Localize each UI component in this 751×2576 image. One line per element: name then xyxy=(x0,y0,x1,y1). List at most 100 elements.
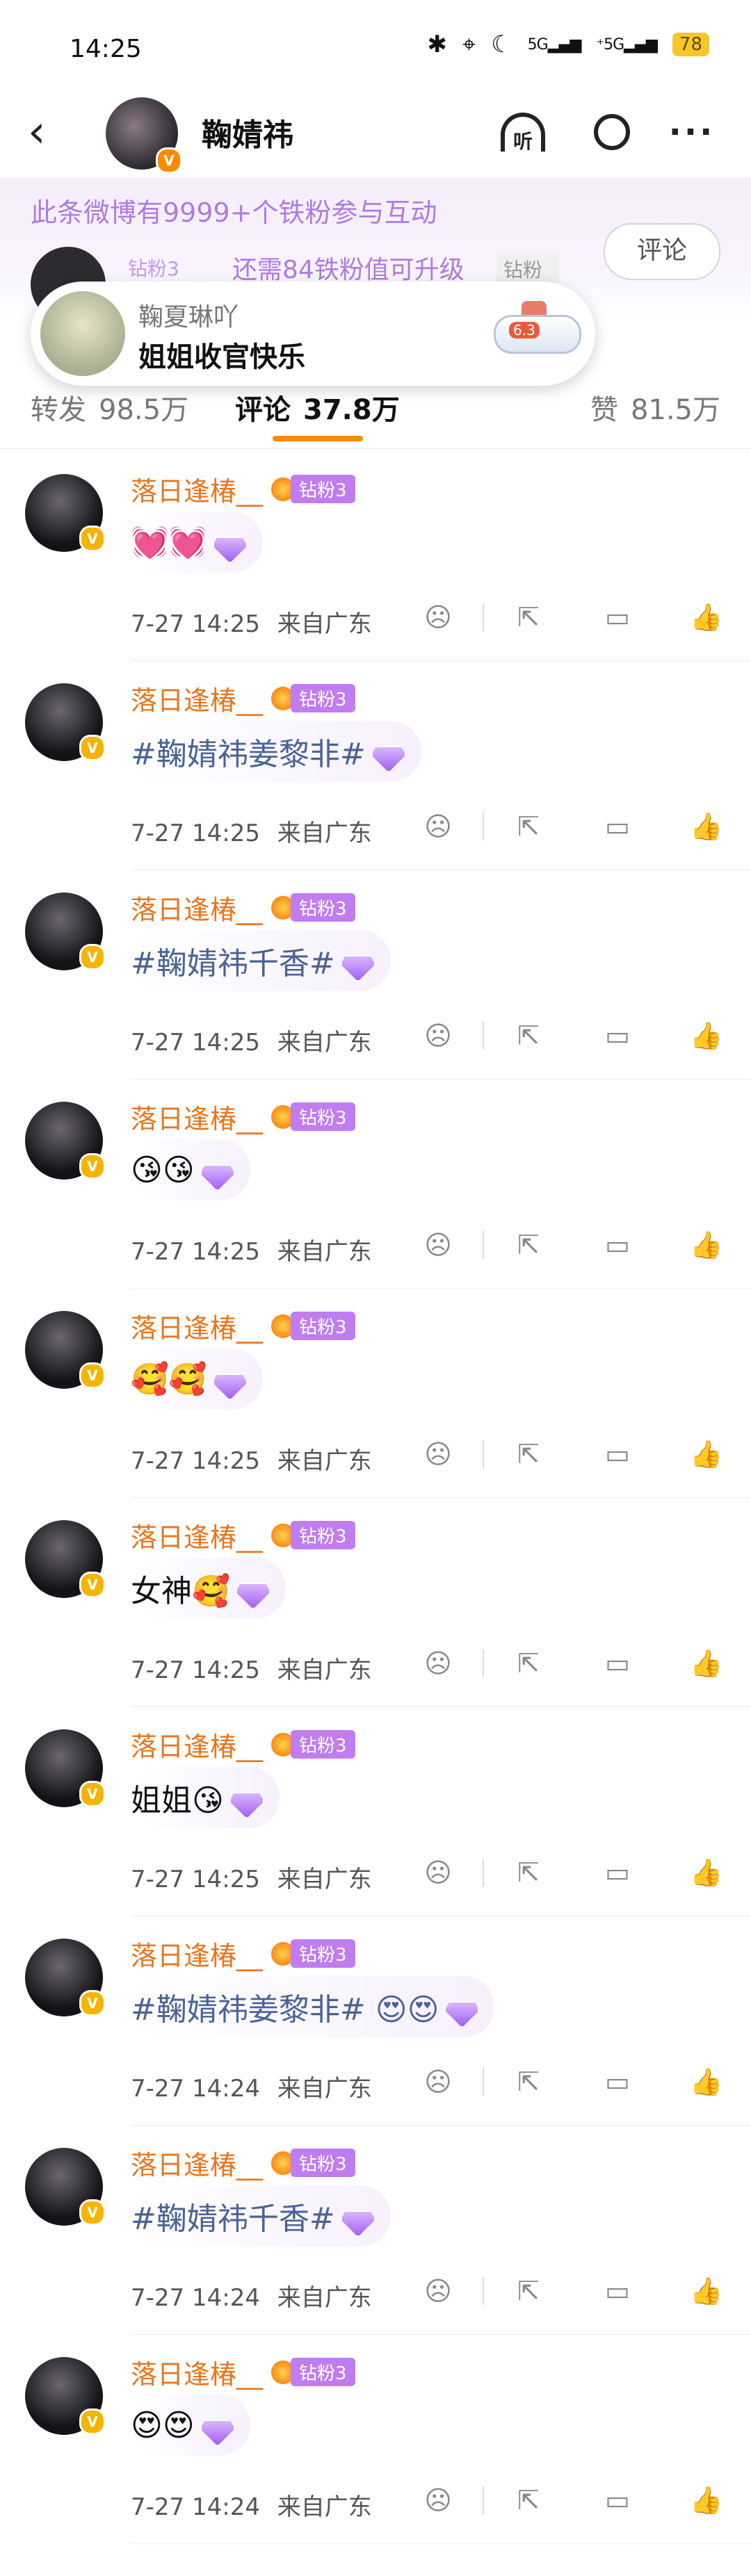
reply-icon[interactable]: ▭ xyxy=(601,1437,634,1471)
commenter-avatar[interactable]: V xyxy=(25,1311,106,1389)
like-icon[interactable]: 👍 xyxy=(690,1647,723,1680)
commenter-name[interactable]: 落日逢椿__ xyxy=(131,1307,263,1345)
comment-item[interactable]: V 落日逢椿__ 钻粉3 #鞠婧祎姜黎非# 😍😍 7-27 14:24 来自广东… xyxy=(0,1916,751,2126)
like-icon[interactable]: 👍 xyxy=(690,2484,723,2517)
back-arrow-icon[interactable]: ‹ xyxy=(28,110,46,154)
share-icon[interactable]: ⇱ xyxy=(512,1647,545,1680)
verified-badge-icon: V xyxy=(79,525,106,552)
dislike-icon[interactable]: ☹ xyxy=(421,1019,455,1052)
like-icon[interactable]: 👍 xyxy=(690,601,723,634)
comment-button[interactable]: 评论 xyxy=(604,223,720,280)
reply-icon[interactable]: ▭ xyxy=(601,1019,634,1052)
commenter-name[interactable]: 落日逢椿__ xyxy=(131,1098,263,1136)
search-button[interactable] xyxy=(584,104,640,160)
divider xyxy=(483,1859,484,1886)
flying-comment-popup[interactable]: 鞠夏琳吖 姐姐收官快乐 6.3 xyxy=(31,282,595,386)
comment-item[interactable]: V 落日逢椿__ 钻粉3 🥰🥰 7-27 14:25 来自广东 ☹ ⇱ ▭ 👍 xyxy=(0,1289,751,1498)
dislike-icon[interactable]: ☹ xyxy=(421,601,455,634)
comment-bubble[interactable]: 😘😘 xyxy=(131,1139,250,1200)
comment-item[interactable]: V 落日逢椿__ 钻粉3 女神🥰 7-27 14:25 来自广东 ☹ ⇱ ▭ 👍 xyxy=(0,1498,751,1707)
like-icon[interactable]: 👍 xyxy=(690,1019,723,1052)
like-icon[interactable]: 👍 xyxy=(690,1856,723,1889)
author-avatar[interactable]: V xyxy=(106,97,182,174)
commenter-name[interactable]: 落日逢椿__ xyxy=(131,470,263,508)
post-tabs: 转发 98.5万 评论 37.8万 赞 81.5万 xyxy=(0,379,751,449)
like-icon[interactable]: 👍 xyxy=(690,810,723,843)
comment-bubble[interactable]: #鞠婧祎千香# xyxy=(131,2185,391,2247)
commenter-avatar[interactable]: V xyxy=(25,892,106,970)
commenter-name[interactable]: 落日逢椿__ xyxy=(131,1725,263,1763)
share-icon[interactable]: ⇱ xyxy=(512,1228,545,1262)
comment-bubble[interactable]: #鞠婧祎千香# xyxy=(131,930,391,991)
reply-icon[interactable]: ▭ xyxy=(601,1647,634,1680)
like-icon[interactable]: 👍 xyxy=(690,2274,723,2308)
share-icon[interactable]: ⇱ xyxy=(512,2274,545,2308)
commenter-avatar[interactable]: V xyxy=(25,683,106,761)
dislike-icon[interactable]: ☹ xyxy=(421,2274,455,2308)
share-icon[interactable]: ⇱ xyxy=(512,601,545,634)
commenter-name[interactable]: 落日逢椿__ xyxy=(131,888,263,927)
reply-icon[interactable]: ▭ xyxy=(601,2065,634,2098)
commenter-name[interactable]: 落日逢椿__ xyxy=(131,1516,263,1554)
comment-user-row: 落日逢椿__ 钻粉3 xyxy=(131,1934,355,1973)
more-options-icon[interactable]: ··· xyxy=(664,104,720,160)
reply-icon[interactable]: ▭ xyxy=(601,810,634,843)
dislike-icon[interactable]: ☹ xyxy=(421,810,455,843)
share-icon[interactable]: ⇱ xyxy=(512,1437,545,1471)
comment-item[interactable]: V 落日逢椿__ 钻粉3 💓💓 7-27 14:25 来自广东 ☹ ⇱ ▭ 👍 xyxy=(0,452,751,661)
author-name[interactable]: 鞠婧祎 xyxy=(202,110,293,154)
commenter-avatar[interactable]: V xyxy=(25,474,106,552)
reply-icon[interactable]: ▭ xyxy=(601,2274,634,2308)
comment-bubble[interactable]: #鞠婧祎姜黎非# xyxy=(131,721,421,782)
commenter-name[interactable]: 落日逢椿__ xyxy=(131,2144,263,2182)
commenter-avatar[interactable]: V xyxy=(25,1102,106,1180)
commenter-avatar[interactable]: V xyxy=(25,2148,106,2226)
commenter-avatar[interactable]: V xyxy=(25,1520,106,1598)
dislike-icon[interactable]: ☹ xyxy=(421,1856,455,1889)
comment-bubble[interactable]: 🥰🥰 xyxy=(131,1348,263,1410)
comment-bubble[interactable]: 😍😍 xyxy=(131,2395,250,2456)
commenter-name[interactable]: 落日逢椿__ xyxy=(131,679,263,717)
dislike-icon[interactable]: ☹ xyxy=(421,1228,455,1262)
dislike-icon[interactable]: ☹ xyxy=(421,1437,455,1471)
commenter-avatar[interactable]: V xyxy=(25,1939,106,2016)
comment-item[interactable]: V 落日逢椿__ 钻粉3 姐姐😘 7-27 14:25 来自广东 ☹ ⇱ ▭ 👍 xyxy=(0,1707,751,1916)
commenter-name[interactable]: 落日逢椿__ xyxy=(131,2353,263,2391)
dislike-icon[interactable]: ☹ xyxy=(421,2065,455,2098)
reply-icon[interactable]: ▭ xyxy=(601,601,634,634)
comment-bubble[interactable]: 女神🥰 xyxy=(131,1558,286,1619)
share-icon[interactable]: ⇱ xyxy=(512,810,545,843)
tab-likes[interactable]: 赞 81.5万 xyxy=(590,387,720,427)
comment-item[interactable]: V 落日逢椿__ 钻粉3 #鞠婧祎千香# 7-27 14:24 来自广东 ☹ ⇱… xyxy=(0,2126,751,2335)
reply-icon[interactable]: ▭ xyxy=(601,2484,634,2517)
comment-item[interactable]: V 落日逢椿__ 钻粉3 #鞠婧祎姜黎非# 7-27 14:25 来自广东 ☹ … xyxy=(0,661,751,870)
comment-item[interactable]: V 落日逢椿__ 钻粉3 😍😍 7-27 14:24 来自广东 ☹ ⇱ ▭ 👍 xyxy=(0,2335,751,2544)
tab-forward[interactable]: 转发 98.5万 xyxy=(31,387,188,427)
dislike-icon[interactable]: ☹ xyxy=(421,1647,455,1680)
verified-badge-icon: V xyxy=(79,1990,106,2016)
commenter-avatar[interactable]: V xyxy=(25,2357,106,2435)
like-icon[interactable]: 👍 xyxy=(690,1228,723,1262)
share-icon[interactable]: ⇱ xyxy=(512,1856,545,1889)
commenter-avatar[interactable]: V xyxy=(25,1729,106,1807)
comment-item[interactable]: V 落日逢椿__ 钻粉3 #鞠婧祎千香# 7-27 14:25 来自广东 ☹ ⇱… xyxy=(0,870,751,1079)
reply-icon[interactable]: ▭ xyxy=(601,1856,634,1889)
dislike-icon[interactable]: ☹ xyxy=(421,2484,455,2517)
comment-text: #鞠婧祎姜黎非# 😍😍 xyxy=(131,1992,439,2028)
comment-actions: ☹ ⇱ ▭ 👍 xyxy=(421,2484,723,2517)
comment-bubble[interactable]: #鞠婧祎姜黎非# 😍😍 xyxy=(131,1976,495,2037)
reply-icon[interactable]: ▭ xyxy=(601,1228,634,1262)
commenter-name[interactable]: 落日逢椿__ xyxy=(131,1934,263,1973)
comment-bubble[interactable]: 💓💓 xyxy=(131,512,263,573)
comment-item[interactable]: V 落日逢椿__ 钻粉3 😘😘 7-27 14:25 来自广东 ☹ ⇱ ▭ 👍 xyxy=(0,1079,751,1289)
share-icon[interactable]: ⇱ xyxy=(512,2484,545,2517)
share-icon[interactable]: ⇱ xyxy=(512,1019,545,1052)
like-icon[interactable]: 👍 xyxy=(690,1437,723,1471)
listen-button[interactable]: 听 xyxy=(495,104,551,160)
comment-bubble[interactable]: 姐姐😘 xyxy=(131,1767,280,1828)
share-icon[interactable]: ⇱ xyxy=(512,2065,545,2098)
like-icon[interactable]: 👍 xyxy=(690,2065,723,2098)
tab-comments[interactable]: 评论 37.8万 xyxy=(235,387,400,427)
comment-actions: ☹ ⇱ ▭ 👍 xyxy=(421,601,723,634)
comment-time: 7-27 14:25 xyxy=(131,1656,260,1684)
